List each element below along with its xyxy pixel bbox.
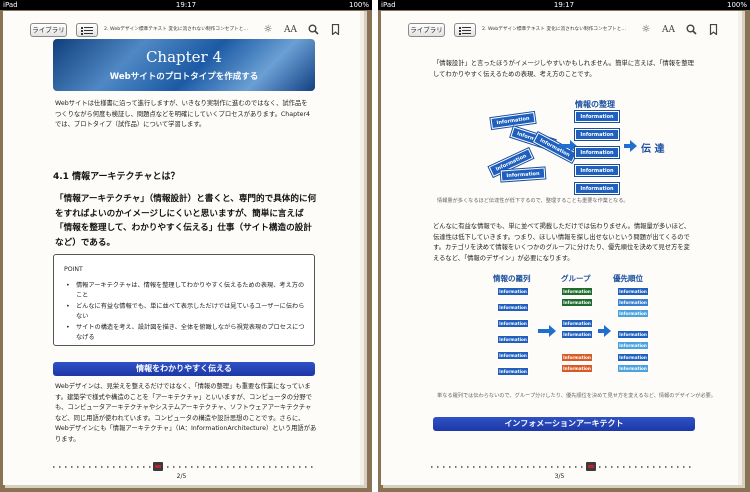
section-bar: インフォメーションアーキテクト: [433, 417, 695, 431]
table-of-contents-button[interactable]: [76, 23, 98, 37]
figure-caption: 単なる羅列では伝わらないので、グループ分けしたり、優先順位を決めて見せ方を変える…: [437, 393, 716, 399]
info-block-green: Information: [561, 298, 593, 307]
figure-caption: 情報量が多くなるほど伝達性が低下するので、整理することも重要な作業となる。: [437, 198, 629, 204]
info-block: Information: [497, 351, 529, 360]
font-size-icon[interactable]: AA: [284, 24, 297, 36]
info-block: Information: [561, 319, 593, 328]
page-number: 2/5: [176, 473, 187, 480]
arrow: [559, 140, 577, 152]
info-block: Information: [497, 335, 529, 344]
body-text-middle: どんなに有益な情報でも、単に並べて掲載しただけでは伝わりません。情報量が多いほど…: [433, 223, 691, 262]
info-block: Information: [617, 298, 649, 307]
info-block: Information: [617, 364, 649, 373]
library-button[interactable]: ライブラリ: [30, 23, 67, 37]
page-number: 3/5: [554, 473, 565, 480]
info-block: Information: [575, 183, 619, 194]
info-block: Information: [617, 309, 649, 318]
info-block: Information: [617, 287, 649, 296]
font-size-icon[interactable]: AA: [662, 24, 675, 36]
info-block: Information: [617, 341, 649, 350]
arrow: [538, 325, 556, 337]
search-icon[interactable]: [685, 24, 697, 36]
info-block-orange: Information: [561, 364, 593, 373]
brightness-icon[interactable]: ☼: [640, 24, 652, 36]
status-bar: iPad 19:17 100%: [378, 0, 750, 10]
point-list: 情報アーキテクチャは、情報を整理してわかりやすく伝えるための表現、考え方のこと …: [66, 281, 306, 343]
info-block: Information: [497, 303, 529, 312]
point-item: 情報アーキテクチャは、情報を整理してわかりやすく伝えるための表現、考え方のこと: [66, 281, 306, 302]
bookmark-icon[interactable]: [707, 23, 719, 36]
bookmark-icon[interactable]: [329, 23, 341, 36]
chapter-intro: Webサイトは仕様書に沿って進行しますが、いきなり実制作に進むのではなく、試作品…: [55, 100, 311, 128]
clock: 19:17: [175, 1, 197, 9]
info-block: Information: [497, 367, 529, 376]
ipad-screen-left: iPad 19:17 100% ライブラリ 2. Webデザイン標準テキスト 変…: [0, 0, 372, 492]
point-title: POINT: [64, 266, 83, 273]
body-text: Webデザインは、見栄えを整えるだけではなく、「情報の整理」も重要な作業になって…: [55, 383, 317, 443]
chapter-title: Chapter 4: [145, 48, 223, 66]
ipad-screen-right: iPad 19:17 100% ライブラリ 2. Webデザイン標準テキスト 変…: [378, 0, 750, 492]
info-block: Information: [497, 287, 529, 296]
section-bar: 情報をわかりやすく伝える: [53, 362, 315, 376]
reader-toolbar: ライブラリ 2. Webデザイン標準テキスト 変化に流されない制作コンセプトと……: [3, 11, 360, 42]
body-text-top: 「情報設計」と言ったほうがイメージしやすいかもしれません。簡単に言えば、「情報を…: [433, 60, 694, 78]
book-title: 2. Webデザイン標準テキスト 変化に流されない制作コンセプトと…: [482, 27, 627, 32]
diagram-heading-list: 情報の羅列: [493, 274, 531, 283]
diagram-heading-group: グループ: [561, 274, 591, 283]
info-block: Information: [617, 353, 649, 362]
chapter-banner: Chapter 4 Webサイトのプロトタイプを作成する: [53, 39, 315, 91]
search-icon[interactable]: [307, 24, 319, 36]
info-block: Information: [575, 129, 619, 140]
info-block: Information: [575, 147, 619, 158]
book-page-left[interactable]: ライブラリ 2. Webデザイン標準テキスト 変化に流されない制作コンセプトと……: [3, 11, 360, 485]
status-bar: iPad 19:17 100%: [0, 0, 372, 10]
diagram-heading-priority: 優先順位: [613, 274, 643, 283]
diagram-heading: 情報の整理: [575, 100, 615, 109]
battery-indicator: 100%: [726, 1, 747, 9]
arrow: [624, 140, 637, 152]
info-block: Information: [561, 330, 593, 339]
page-scrubber[interactable]: [431, 466, 693, 468]
clock: 19:17: [553, 1, 575, 9]
info-block: Information: [575, 165, 619, 176]
battery-indicator: 100%: [348, 1, 369, 9]
arrow: [598, 325, 611, 337]
section-body: 「情報アーキテクチャ」（情報設計）と書くと、専門的で具体的に何をすればよいのかイ…: [55, 194, 317, 248]
info-block-orange: Information: [561, 353, 593, 362]
table-of-contents-button[interactable]: [454, 23, 476, 37]
scrubber-position-marker[interactable]: [586, 462, 596, 471]
reader-toolbar: ライブラリ 2. Webデザイン標準テキスト 変化に流されない制作コンセプトと……: [381, 11, 738, 42]
info-block-green: Information: [561, 287, 593, 296]
info-block: Information: [617, 330, 649, 339]
brightness-icon[interactable]: ☼: [262, 24, 274, 36]
info-block: Information: [497, 319, 529, 328]
section-heading: 4.1 情報アーキテクチャとは？: [53, 172, 180, 182]
book-page-right[interactable]: ライブラリ 2. Webデザイン標準テキスト 変化に流されない制作コンセプトと……: [381, 11, 738, 485]
library-button[interactable]: ライブラリ: [408, 23, 445, 37]
book-title: 2. Webデザイン標準テキスト 変化に流されない制作コンセプトと…: [104, 27, 249, 32]
point-box: POINT 情報アーキテクチャは、情報を整理してわかりやすく伝えるための表現、考…: [53, 254, 315, 346]
scrubber-position-marker[interactable]: [153, 462, 163, 471]
info-block: Information: [500, 167, 546, 182]
chapter-subtitle: Webサイトのプロトタイプを作成する: [109, 72, 259, 82]
point-item: どんなに有益な情報でも、単に並べて表示しただけでは見ているユーザーに伝わらない: [66, 302, 306, 323]
page-scrubber[interactable]: [53, 466, 315, 468]
diagram-result: 伝 達: [641, 144, 665, 155]
info-block: Information: [575, 111, 619, 122]
point-item: サイトの構造を考え、設計図を描き、全体を俯瞰しながら視覚表現のプロセスにつなげる: [66, 323, 306, 344]
